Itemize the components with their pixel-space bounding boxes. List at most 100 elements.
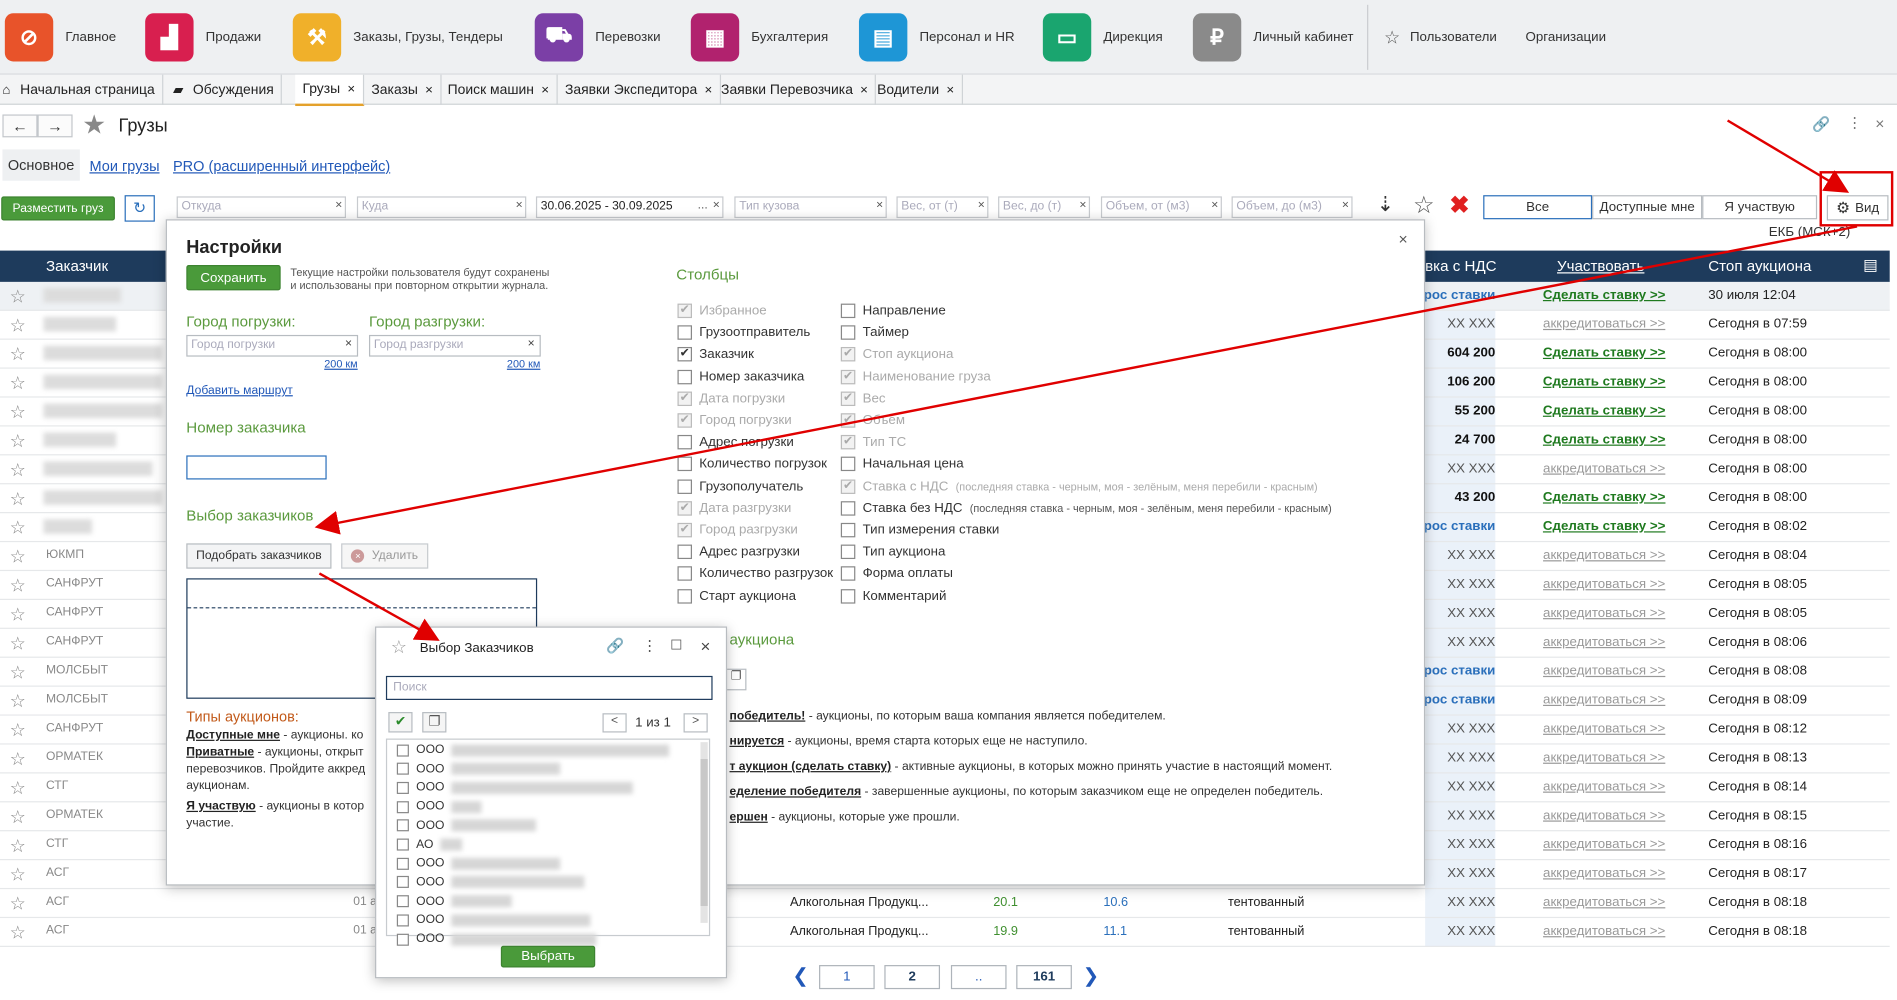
column-checkbox[interactable]: Начальная цена [840, 457, 964, 472]
star-icon[interactable]: ☆ [10, 893, 26, 914]
star-icon[interactable]: ☆ [10, 633, 26, 654]
col-participate[interactable]: Участвовать [1557, 258, 1644, 275]
unload-city-input[interactable]: Город разгрузки × [368, 334, 541, 357]
checkbox[interactable] [840, 566, 856, 582]
column-checkbox[interactable]: ✔ Наименование груза [840, 369, 991, 384]
column-checkbox[interactable]: Адрес разгрузки [677, 544, 800, 560]
checkbox[interactable] [396, 819, 409, 832]
checkbox[interactable]: ✔ [677, 500, 693, 516]
star-icon[interactable]: ☆ [10, 314, 26, 336]
view-button[interactable]: ⚙ Вид [1826, 195, 1889, 221]
checkbox[interactable] [677, 457, 693, 472]
participate-link[interactable]: аккредитоваться >> [1507, 837, 1701, 851]
col-customer[interactable]: Заказчик [46, 258, 108, 275]
nav-hr[interactable]: ▤ Персонал и HR [858, 12, 1015, 63]
filter-to[interactable]: Куда × [356, 196, 527, 219]
list-item[interactable]: ООО [396, 817, 692, 835]
participate-link[interactable]: аккредитоваться >> [1507, 548, 1701, 562]
participate-link[interactable]: аккредитоваться >> [1507, 461, 1701, 475]
checkbox[interactable] [840, 588, 856, 604]
clear-icon[interactable]: × [528, 337, 535, 350]
participate-link[interactable]: аккредитоваться >> [1507, 722, 1701, 736]
nav-transport[interactable]: ⛟ Перевозки [534, 12, 661, 63]
subtab-my-cargo[interactable]: Мои грузы [90, 158, 160, 175]
column-checkbox[interactable]: Форма оплаты [840, 566, 953, 582]
close-icon[interactable]: × [1399, 230, 1408, 248]
sort-icon[interactable]: ⇣ [1377, 193, 1394, 217]
checkbox[interactable]: ✔ [677, 347, 693, 362]
checkbox[interactable] [396, 914, 409, 927]
column-checkbox[interactable]: ✔ Дата разгрузки [677, 500, 791, 516]
copy-icon[interactable]: ❐ [725, 668, 747, 691]
checkbox[interactable] [677, 544, 693, 560]
participate-link[interactable]: аккредитоваться >> [1507, 924, 1701, 938]
clear-icon[interactable]: × [713, 199, 720, 212]
column-checkbox[interactable]: Адрес погрузки [677, 435, 794, 450]
nav-users[interactable]: ☆ Пользователи [1384, 12, 1497, 63]
checkbox[interactable]: ✔ [677, 391, 693, 406]
column-settings-icon[interactable]: ▤ [1863, 255, 1878, 274]
nav-direction[interactable]: ▭ Дирекция [1042, 12, 1163, 63]
checkbox[interactable] [840, 500, 856, 516]
checkbox[interactable] [396, 800, 409, 813]
pick-customers-button[interactable]: Подобрать заказчиков [186, 543, 332, 569]
star-icon[interactable]: ☆ [10, 575, 26, 596]
favorite-star-icon[interactable]: ★ [82, 110, 106, 141]
participate-link[interactable]: аккредитоваться >> [1507, 635, 1701, 649]
checkbox[interactable] [677, 435, 693, 450]
save-button[interactable]: Сохранить [186, 265, 281, 291]
page-161[interactable]: 161 [1016, 965, 1072, 990]
filter-volume-from[interactable]: Объем, от (м3) × [1100, 196, 1222, 219]
close-icon[interactable]: × [705, 83, 713, 97]
copy-icon[interactable]: ❐ [422, 712, 447, 733]
checkbox[interactable] [396, 933, 409, 946]
column-checkbox[interactable]: ✔ Стоп аукциона [840, 347, 953, 362]
checkbox[interactable] [840, 325, 856, 340]
checkbox[interactable] [396, 895, 409, 908]
load-city-input[interactable]: Город погрузки × [186, 334, 359, 357]
column-checkbox[interactable]: ✔ Город разгрузки [677, 522, 798, 538]
participate-link[interactable]: Сделать ставку >> [1507, 490, 1701, 504]
column-checkbox[interactable]: ✔ Дата погрузки [677, 391, 785, 406]
link-icon[interactable]: 🔗 [1812, 116, 1830, 133]
checkbox[interactable] [396, 876, 409, 889]
filter-weight-to[interactable]: Вес, до (т) × [998, 196, 1091, 219]
close-icon[interactable]: × [347, 82, 355, 96]
column-checkbox[interactable]: ✔ Избранное [677, 303, 767, 319]
subtab-main[interactable]: Основное [2, 149, 80, 181]
post-cargo-button[interactable]: Разместить груз [1, 196, 115, 221]
list-item[interactable]: ООО [396, 892, 692, 910]
clear-icon[interactable]: × [1211, 199, 1218, 212]
checkbox[interactable]: ✔ [840, 391, 856, 406]
column-checkbox[interactable]: Старт аукциона [677, 588, 796, 604]
star-icon[interactable]: ☆ [10, 748, 26, 769]
forward-button[interactable]: → [37, 114, 73, 138]
checkbox[interactable] [396, 781, 409, 794]
checkbox[interactable]: ✔ [840, 413, 856, 428]
scrollbar-thumb[interactable] [700, 759, 708, 907]
close-icon[interactable]: × [541, 83, 549, 97]
participate-link[interactable]: Сделать ставку >> [1507, 404, 1701, 418]
more-vert-icon[interactable]: ⋮ [1847, 114, 1862, 131]
star-icon[interactable]: ☆ [391, 636, 407, 657]
prev-page-icon[interactable]: ❮ [792, 964, 808, 988]
select-all-icon[interactable]: ✔ [388, 712, 413, 733]
column-checkbox[interactable]: Тип аукциона [840, 544, 945, 560]
filter-volume-to[interactable]: Объем, до (м3) × [1231, 196, 1353, 219]
participate-link[interactable]: аккредитоваться >> [1507, 866, 1701, 880]
checkbox[interactable]: ✔ [677, 522, 693, 538]
segment-available[interactable]: Доступные мне [1592, 195, 1703, 220]
nav-main[interactable]: ⊘ Главное [4, 12, 116, 63]
col-stop[interactable]: Стоп аукциона [1708, 258, 1811, 275]
star-icon[interactable]: ☆ [10, 372, 26, 393]
checkbox[interactable]: ✔ [677, 413, 693, 428]
refresh-button[interactable]: ↻ [124, 195, 155, 222]
unload-radius-link[interactable]: 200 км [507, 358, 540, 370]
close-icon[interactable]: × [425, 83, 433, 97]
tab-drivers[interactable]: Водители × [870, 74, 963, 105]
tab-cargo[interactable]: Грузы × [295, 74, 364, 107]
customer-number-input[interactable] [186, 455, 327, 480]
clear-icon[interactable]: × [516, 199, 523, 212]
star-icon[interactable]: ☆ [10, 430, 26, 451]
column-checkbox[interactable]: ✔ Город погрузки [677, 413, 792, 428]
